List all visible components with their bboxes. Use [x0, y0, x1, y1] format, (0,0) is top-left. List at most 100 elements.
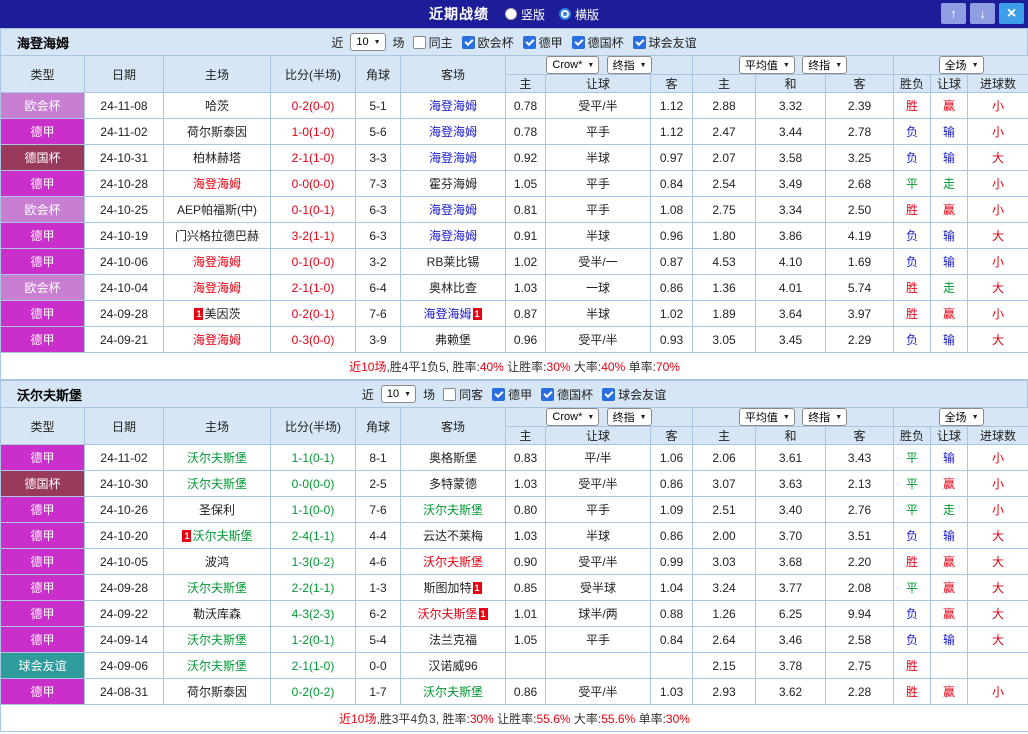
away-team-cell: 斯图加特 1	[400, 574, 506, 601]
away-odds-cell: 1.04	[649, 574, 694, 601]
league-type-cell: 德甲	[0, 222, 85, 249]
home-team-cell: 沃尔夫斯堡	[163, 470, 271, 497]
result-cell: 胜	[893, 678, 932, 705]
team-name-link[interactable]: 勒沃库森	[193, 607, 241, 621]
away-odds-cell	[649, 652, 694, 679]
team-name-link[interactable]: 海登海姆	[429, 203, 477, 217]
team-name-link[interactable]: 门兴格拉德巴赫	[175, 229, 259, 243]
team-name-link[interactable]: 海登海姆	[193, 333, 241, 347]
match-count-select[interactable]: 10 ▼	[380, 385, 417, 403]
scroll-down-button[interactable]: ↓	[970, 3, 995, 24]
team-section-header: 海登海姆 近 10 ▼ 场 同主 欧会杯 德甲 德国杯 球会友谊	[0, 28, 1028, 55]
avg-home-cell: 2.64	[692, 626, 757, 653]
team-name-link[interactable]: 沃尔夫斯堡	[423, 555, 483, 569]
filter-checkbox[interactable]: 德国杯	[571, 34, 624, 51]
team-name-link[interactable]: 圣保利	[199, 503, 235, 517]
filter-checkbox[interactable]: 球会友谊	[602, 386, 666, 403]
away-odds-cell: 1.06	[649, 444, 694, 471]
col-header-handicap-result: 让球	[930, 426, 969, 445]
goals-result-cell: 小	[967, 248, 1028, 275]
filter-checkbox[interactable]: 德甲	[522, 34, 563, 51]
view-mode-radio[interactable]: 竖版	[504, 6, 545, 23]
col-header-avg-home: 主	[692, 74, 757, 93]
team-name-link[interactable]: 汉诺威96	[428, 659, 477, 673]
team-name-link[interactable]: 沃尔夫斯堡	[423, 685, 483, 699]
final-odds-select-2[interactable]: 终指 ▼	[802, 56, 848, 74]
red-card-badge: 1	[472, 582, 482, 594]
chevron-down-icon: ▼	[971, 413, 979, 421]
team-name-link[interactable]: 美因茨	[204, 307, 240, 321]
team-name-link[interactable]: 海登海姆	[429, 151, 477, 165]
match-count-select[interactable]: 10 ▼	[350, 33, 386, 51]
team-name-link[interactable]: 哈茨	[205, 99, 229, 113]
team-name-link[interactable]: 沃尔夫斯堡	[187, 581, 247, 595]
team-name-link[interactable]: 荷尔斯泰因	[187, 125, 247, 139]
team-name-link[interactable]: 奥格斯堡	[429, 451, 477, 465]
away-team-cell: 奥格斯堡	[400, 444, 506, 471]
team-name-link[interactable]: 沃尔夫斯堡	[187, 633, 247, 647]
summary-segment: 让胜率:	[493, 711, 537, 726]
average-select[interactable]: 平均值 ▼	[738, 408, 795, 426]
radio-icon	[504, 8, 517, 20]
filter-checkbox[interactable]: 球会友谊	[632, 34, 697, 51]
score-cell: 1-1(0-0)	[270, 496, 356, 523]
result-cell: 胜	[893, 196, 932, 223]
team-name-link[interactable]: 法兰克福	[429, 633, 477, 647]
team-name-link[interactable]: 多特蒙德	[429, 477, 477, 491]
team-name-link[interactable]: 波鸿	[205, 555, 229, 569]
team-name-link[interactable]: 沃尔夫斯堡	[187, 477, 247, 491]
final-odds-select[interactable]: 终指 ▼	[606, 408, 652, 426]
handicap-cell: 受平/半	[545, 548, 651, 575]
team-name-link[interactable]: 柏林赫塔	[193, 151, 241, 165]
home-team-cell: 海登海姆	[163, 170, 271, 197]
team-name-link[interactable]: 沃尔夫斯堡	[192, 529, 252, 543]
average-select[interactable]: 平均值 ▼	[738, 56, 795, 74]
corner-cell: 5-4	[355, 626, 401, 653]
filter-checkbox[interactable]: 同客	[443, 386, 483, 403]
team-name-link[interactable]: 海登海姆	[429, 99, 477, 113]
match-row: 德甲 24-10-26 圣保利 1-1(0-0) 7-6 沃尔夫斯堡 0.80 平手 1.09 2…	[0, 496, 1028, 523]
team-name-link[interactable]: 斯图加特	[423, 581, 471, 595]
bookmaker-select[interactable]: Crow* ▼	[546, 56, 600, 74]
team-name-link[interactable]: RB莱比锡	[427, 255, 480, 269]
team-name-link[interactable]: 沃尔夫斯堡	[187, 451, 247, 465]
team-name-link[interactable]: 奥林比查	[429, 281, 477, 295]
scope-select[interactable]: 全场 ▼	[938, 408, 984, 426]
filter-checkbox[interactable]: 德国杯	[541, 386, 593, 403]
close-button[interactable]: ×	[999, 3, 1024, 24]
team-name-link[interactable]: 沃尔夫斯堡	[187, 659, 247, 673]
filter-checkbox[interactable]: 同主	[412, 34, 453, 51]
team-name-link[interactable]: 海登海姆	[423, 307, 471, 321]
final-odds-select[interactable]: 终指 ▼	[606, 56, 652, 74]
scope-select[interactable]: 全场 ▼	[938, 56, 984, 74]
view-mode-radio[interactable]: 横版	[559, 6, 599, 23]
filter-checkbox[interactable]: 欧会杯	[461, 34, 514, 51]
team-name-link[interactable]: 海登海姆	[193, 177, 241, 191]
home-team-cell: 圣保利	[163, 496, 271, 523]
team-name-link[interactable]: 海登海姆	[193, 281, 241, 295]
team-name-link[interactable]: 海登海姆	[429, 229, 477, 243]
bookmaker-select[interactable]: Crow* ▼	[546, 408, 600, 426]
avg-home-cell: 2.75	[692, 196, 757, 223]
team-name-link[interactable]: 沃尔夫斯堡	[417, 607, 477, 621]
team-name-link[interactable]: 沃尔夫斯堡	[423, 503, 483, 517]
team-name-link[interactable]: 云达不莱梅	[423, 529, 483, 543]
team-name-link[interactable]: 弗赖堡	[435, 333, 471, 347]
col-header-avg-away: 客	[825, 74, 895, 93]
team-name-link[interactable]: AEP帕福斯(中)	[177, 203, 257, 217]
team-name-link[interactable]: 霍芬海姆	[429, 177, 477, 191]
team-name: 海登海姆	[17, 35, 70, 51]
corner-cell: 6-3	[355, 196, 401, 223]
avg-away-cell: 2.50	[825, 196, 895, 223]
col-header-home: 主场	[163, 55, 271, 93]
team-name-link[interactable]: 荷尔斯泰因	[187, 685, 247, 699]
team-name-link[interactable]: 海登海姆	[193, 255, 241, 269]
league-type-cell: 德甲	[0, 118, 85, 145]
corner-cell: 7-6	[355, 300, 401, 327]
goals-result-cell: 小	[967, 444, 1028, 471]
summary-segment: 大率:	[570, 711, 602, 726]
scroll-up-button[interactable]: ↑	[941, 3, 966, 24]
filter-checkbox[interactable]: 德甲	[492, 386, 532, 403]
team-name-link[interactable]: 海登海姆	[429, 125, 477, 139]
final-odds-select-2[interactable]: 终指 ▼	[802, 408, 848, 426]
